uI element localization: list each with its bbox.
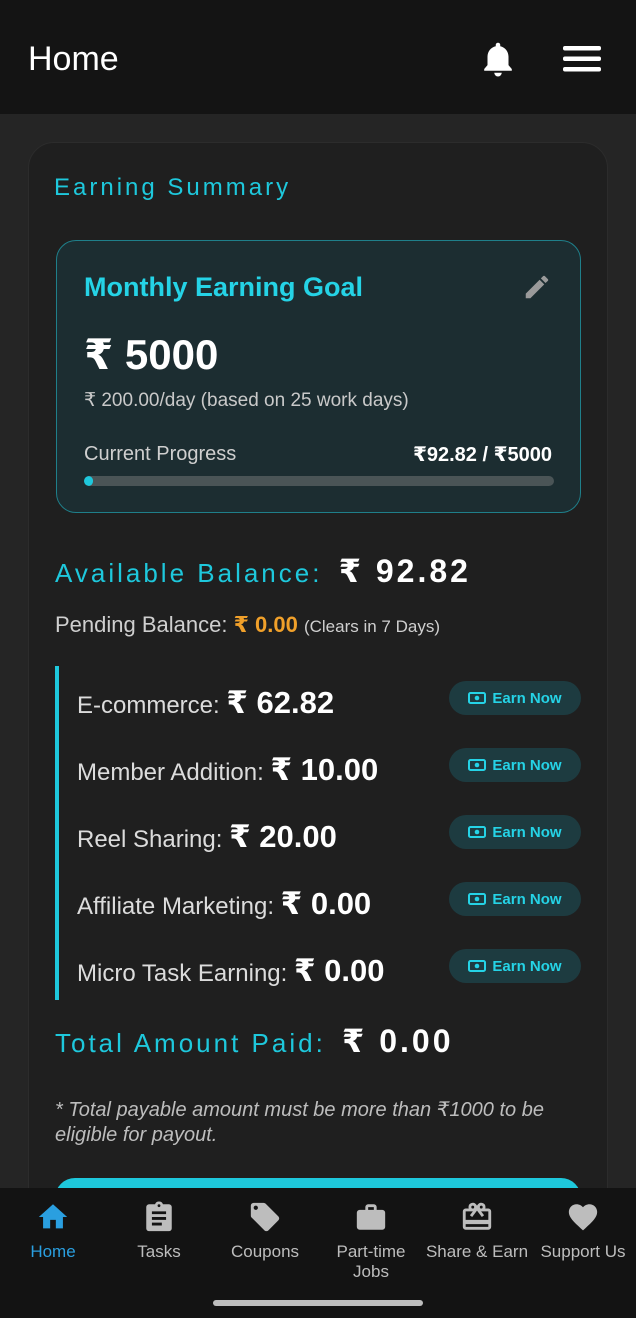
cash-icon bbox=[468, 893, 487, 905]
total-amount-paid: Total Amount Paid: ₹ 0.00 bbox=[55, 1022, 453, 1060]
pending-balance-note: (Clears in 7 Days) bbox=[303, 617, 441, 636]
earn-now-button[interactable]: Earn Now bbox=[449, 748, 581, 782]
cash-icon bbox=[468, 759, 487, 771]
breakdown-label: Micro Task Earning: bbox=[77, 960, 288, 987]
nav-home[interactable]: Home bbox=[0, 1200, 106, 1262]
breakdown-accent-bar bbox=[55, 666, 59, 1000]
app-bar: Home bbox=[0, 0, 636, 114]
section-title: Earning Summary bbox=[54, 174, 292, 201]
total-amount-value: ₹ 0.00 bbox=[342, 1023, 454, 1059]
home-indicator bbox=[213, 1300, 423, 1306]
breakdown-row-ecommerce: E-commerce: ₹ 62.82 Earn Now bbox=[77, 681, 581, 721]
breakdown-value: ₹ 20.00 bbox=[229, 819, 337, 854]
cash-icon bbox=[468, 960, 487, 972]
pending-balance-value: ₹ 0.00 bbox=[233, 612, 298, 637]
breakdown-value: ₹ 10.00 bbox=[270, 752, 379, 787]
nav-share-earn[interactable]: Share & Earn bbox=[424, 1200, 530, 1262]
home-icon bbox=[38, 1204, 68, 1229]
progress-value: ₹92.82 / ₹5000 bbox=[412, 444, 552, 466]
goal-daily-rate: ₹ 200.00/day (based on 25 work days) bbox=[84, 390, 409, 411]
earn-now-button[interactable]: Earn Now bbox=[449, 815, 581, 849]
breakdown-value: ₹ 0.00 bbox=[280, 886, 372, 921]
breakdown-label: Member Addition: bbox=[77, 759, 264, 786]
progress-fill bbox=[84, 476, 93, 486]
earn-now-button[interactable]: Earn Now bbox=[449, 949, 581, 983]
pencil-icon[interactable] bbox=[522, 272, 552, 302]
cash-icon bbox=[468, 692, 487, 704]
earn-now-button[interactable]: Earn Now bbox=[449, 882, 581, 916]
goal-amount: ₹ 5000 bbox=[84, 331, 219, 378]
total-amount-label: Total Amount Paid: bbox=[55, 1028, 326, 1058]
clipboard-icon bbox=[146, 1201, 172, 1232]
heart-icon bbox=[568, 1204, 598, 1231]
nav-part-time-jobs[interactable]: Part-time Jobs bbox=[318, 1200, 424, 1282]
pending-balance: Pending Balance: ₹ 0.00 (Clears in 7 Day… bbox=[55, 612, 440, 638]
breakdown-row-reel-sharing: Reel Sharing: ₹ 20.00 Earn Now bbox=[77, 815, 581, 855]
breakdown-label: Affiliate Marketing: bbox=[77, 893, 274, 920]
nav-tasks[interactable]: Tasks bbox=[106, 1200, 212, 1262]
available-balance-value: ₹ 92.82 bbox=[338, 553, 471, 589]
breakdown-value: ₹ 0.00 bbox=[293, 953, 385, 988]
breakdown-row-member-addition: Member Addition: ₹ 10.00 Earn Now bbox=[77, 748, 581, 788]
nav-support-us[interactable]: Support Us bbox=[530, 1200, 636, 1262]
earn-now-button[interactable]: Earn Now bbox=[449, 681, 581, 715]
nav-coupons[interactable]: Coupons bbox=[212, 1200, 318, 1262]
breakdown-label: E-commerce: bbox=[77, 692, 220, 719]
cash-icon bbox=[468, 826, 487, 838]
tag-icon bbox=[250, 1202, 280, 1232]
progress-bar bbox=[84, 476, 554, 486]
payout-disclaimer: * Total payable amount must be more than… bbox=[55, 1099, 544, 1146]
goal-title: Monthly Earning Goal bbox=[84, 272, 364, 302]
briefcase-icon bbox=[356, 1204, 386, 1230]
available-balance: Available Balance: ₹ 92.82 bbox=[55, 552, 471, 590]
available-balance-label: Available Balance: bbox=[55, 558, 323, 588]
breakdown-row-affiliate-marketing: Affiliate Marketing: ₹ 0.00 Earn Now bbox=[77, 882, 581, 922]
breakdown-row-micro-task: Micro Task Earning: ₹ 0.00 Earn Now bbox=[77, 949, 581, 989]
menu-icon[interactable] bbox=[562, 44, 602, 74]
breakdown-value: ₹ 62.82 bbox=[226, 685, 335, 720]
progress-label: Current Progress bbox=[84, 443, 237, 465]
pending-balance-label: Pending Balance: bbox=[55, 612, 228, 637]
bell-icon[interactable] bbox=[480, 40, 516, 80]
gift-icon bbox=[462, 1202, 492, 1230]
breakdown-label: Reel Sharing: bbox=[77, 826, 223, 853]
page-title: Home bbox=[28, 40, 119, 78]
